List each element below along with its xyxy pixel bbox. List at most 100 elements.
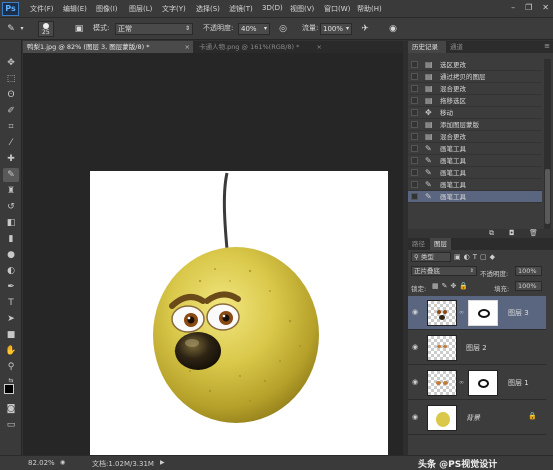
eye-icon[interactable]: ◉ — [412, 378, 418, 386]
fill-field[interactable]: 100% — [515, 281, 542, 291]
document-canvas[interactable] — [90, 171, 388, 455]
history-source-checkbox[interactable] — [411, 193, 418, 200]
pressure-opacity-icon[interactable]: ◎ — [276, 22, 290, 36]
eye-icon[interactable]: ◉ — [412, 308, 418, 316]
menu-window[interactable]: 窗口(W) — [324, 4, 350, 14]
minimize-icon[interactable]: – — [511, 3, 515, 12]
history-item[interactable]: ✎ 画笔工具 — [408, 191, 542, 203]
new-document-from-state-icon[interactable]: ⧉ — [489, 229, 494, 238]
history-source-checkbox[interactable] — [411, 109, 418, 116]
quick-mask-icon[interactable]: ◙ — [3, 402, 19, 416]
menu-file[interactable]: 文件(F) — [30, 4, 54, 14]
history-item[interactable]: ✎ 画笔工具 — [408, 167, 542, 179]
history-source-checkbox[interactable] — [411, 169, 418, 176]
pressure-size-icon[interactable]: ◉ — [386, 22, 400, 36]
history-source-checkbox[interactable] — [411, 145, 418, 152]
menu-filter[interactable]: 滤镜(T) — [229, 4, 253, 14]
mode-select[interactable]: 正常 ⇕ — [115, 23, 193, 35]
blend-mode-select[interactable]: 正片叠底 ⇕ — [411, 266, 477, 276]
canvas-workspace[interactable] — [23, 53, 403, 455]
history-item[interactable]: ✥ 移动 — [408, 107, 542, 119]
link-icon[interactable]: ∞ — [459, 379, 464, 386]
tab-pear-document[interactable]: 鸭梨1.jpg @ 82% (图层 3, 图层蒙版/8) * × — [23, 41, 193, 53]
crop-tool-icon[interactable]: ⌗ — [3, 120, 19, 134]
status-menu-icon[interactable]: ◉ — [60, 459, 65, 466]
layer-filter-select[interactable]: ⚲ 类型 — [411, 252, 451, 262]
scrollbar-thumb[interactable] — [545, 169, 550, 224]
history-brush-tool-icon[interactable]: ↺ — [3, 200, 19, 214]
hand-tool-icon[interactable]: ✋ — [3, 344, 19, 358]
restore-icon[interactable]: ❐ — [525, 3, 532, 12]
layer-mask-thumbnail[interactable] — [468, 300, 498, 326]
pen-tool-icon[interactable]: ✒ — [3, 280, 19, 294]
history-item[interactable]: ▤ 拖移选区 — [408, 95, 542, 107]
history-item[interactable]: ▤ 混合更改 — [408, 83, 542, 95]
history-source-checkbox[interactable] — [411, 181, 418, 188]
menu-layer[interactable]: 图层(L) — [129, 4, 152, 14]
history-source-checkbox[interactable] — [411, 157, 418, 164]
menu-select[interactable]: 选择(S) — [196, 4, 220, 14]
brush-tool-icon[interactable]: ✎ — [3, 168, 19, 182]
history-item[interactable]: ▤ 通过拷贝的图层 — [408, 71, 542, 83]
marquee-tool-icon[interactable]: ⬚ — [3, 72, 19, 86]
menu-view[interactable]: 视图(V) — [290, 4, 314, 14]
tab-layers[interactable]: 图层 — [430, 238, 451, 250]
panel-menu-icon[interactable]: ≡ — [544, 42, 550, 50]
menu-image[interactable]: 图像(I) — [96, 4, 118, 14]
brush-size-preview[interactable]: 25 — [38, 21, 54, 37]
snapshot-camera-icon[interactable]: ◘ — [509, 229, 515, 237]
history-item[interactable]: ✎ 画笔工具 — [408, 143, 542, 155]
quick-select-tool-icon[interactable]: ✐ — [3, 104, 19, 118]
foreground-color-swatch[interactable] — [4, 384, 14, 394]
layer-row-3[interactable]: ◉ ∞ 图层 3 — [408, 296, 546, 330]
close-icon[interactable]: × — [317, 41, 322, 53]
layer-row-1[interactable]: ◉ ∞ 图层 1 — [408, 366, 546, 400]
history-source-checkbox[interactable] — [411, 97, 418, 104]
tab-channels[interactable]: 通道 — [446, 41, 467, 53]
layer-name[interactable]: 背景 — [466, 413, 480, 423]
eyedropper-tool-icon[interactable]: ⁄ — [3, 136, 19, 150]
opacity-field[interactable]: 40% ▾ — [238, 23, 270, 35]
dodge-tool-icon[interactable]: ◐ — [3, 264, 19, 278]
history-source-checkbox[interactable] — [411, 73, 418, 80]
airbrush-icon[interactable]: ✈ — [358, 22, 372, 36]
menu-3d[interactable]: 3D(D) — [262, 4, 283, 12]
history-scrollbar[interactable] — [544, 59, 551, 229]
history-item[interactable]: ✎ 画笔工具 — [408, 155, 542, 167]
trash-icon[interactable]: 🗑 — [529, 229, 538, 237]
layer-mask-thumbnail[interactable] — [468, 370, 498, 396]
layer-row-2[interactable]: ◉ 图层 2 — [408, 331, 546, 365]
eye-icon[interactable]: ◉ — [412, 343, 418, 351]
history-source-checkbox[interactable] — [411, 61, 418, 68]
eraser-tool-icon[interactable]: ◧ — [3, 216, 19, 230]
history-item[interactable]: ▤ 选区更改 — [408, 59, 542, 71]
close-icon[interactable]: × — [185, 41, 190, 53]
layer-name[interactable]: 图层 3 — [508, 308, 529, 318]
history-item[interactable]: ▤ 添加图层蒙版 — [408, 119, 542, 131]
preset-dropdown-icon[interactable]: ▾ — [18, 22, 26, 36]
brush-panel-icon[interactable]: ▣ — [72, 22, 86, 36]
close-icon[interactable]: ✕ — [542, 3, 549, 12]
menu-edit[interactable]: 编辑(E) — [63, 4, 87, 14]
menu-type[interactable]: 文字(Y) — [162, 4, 186, 14]
lasso-tool-icon[interactable]: ʘ — [3, 88, 19, 102]
tab-history[interactable]: 历史记录 — [408, 41, 446, 53]
lock-icons[interactable]: ▦✎✥🔒 — [432, 282, 471, 290]
layer-row-background[interactable]: ◉ 背景 🔒 — [408, 401, 546, 435]
gradient-tool-icon[interactable]: ▮ — [3, 232, 19, 246]
arrow-right-icon[interactable]: ▶ — [160, 459, 165, 466]
eye-icon[interactable]: ◉ — [412, 413, 418, 421]
shape-tool-icon[interactable]: ■ — [3, 328, 19, 342]
zoom-tool-icon[interactable]: ⚲ — [3, 360, 19, 374]
brush-tool-preset-icon[interactable]: ✎ — [4, 22, 18, 36]
type-tool-icon[interactable]: T — [3, 296, 19, 310]
path-select-tool-icon[interactable]: ➤ — [3, 312, 19, 326]
filter-icons[interactable]: ▣◐T▢◆ — [454, 253, 498, 261]
menu-help[interactable]: 帮助(H) — [357, 4, 382, 14]
move-tool-icon[interactable]: ✥ — [3, 56, 19, 70]
history-item[interactable]: ✎ 画笔工具 — [408, 179, 542, 191]
history-item[interactable]: ▤ 混合更改 — [408, 131, 542, 143]
tab-paths[interactable]: 路径 — [408, 238, 429, 250]
zoom-level[interactable]: 82.02% — [28, 459, 55, 467]
link-icon[interactable]: ∞ — [459, 309, 464, 316]
